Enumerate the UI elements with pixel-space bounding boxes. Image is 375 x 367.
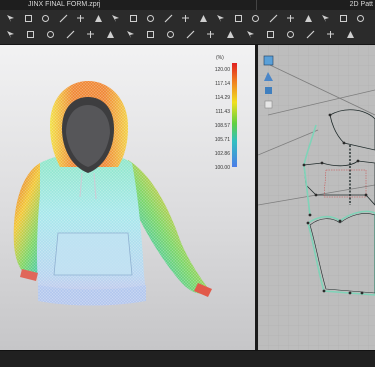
legend-label: 100.00: [214, 165, 230, 171]
status-bar: [0, 350, 375, 367]
sew-icon[interactable]: [246, 30, 255, 39]
needle-icon[interactable]: [164, 14, 173, 23]
viewport-3d[interactable]: (%) 120.00 117.14 114.29 111.43 108.57 1…: [0, 45, 255, 350]
fold-icon[interactable]: [111, 14, 120, 23]
grid-icon[interactable]: [46, 30, 55, 39]
legend-label: 102.86: [214, 151, 230, 157]
select-icon[interactable]: [6, 14, 15, 23]
notch-icon[interactable]: [306, 30, 315, 39]
brush-icon[interactable]: [76, 14, 85, 23]
transform-icon[interactable]: [24, 14, 33, 23]
fold-line-icon[interactable]: [326, 30, 335, 39]
legend-label: 117.14: [215, 81, 230, 87]
strap-icon[interactable]: [216, 14, 225, 23]
hand-icon[interactable]: [59, 14, 68, 23]
window-title-3d: JINX FINAL FORM.zprj: [28, 1, 101, 8]
pattern-select-icon[interactable]: [269, 14, 278, 23]
garment-icon[interactable]: [226, 30, 235, 39]
legend-unit: (%): [216, 55, 224, 61]
layout-icon[interactable]: [304, 14, 313, 23]
rect-icon[interactable]: [339, 14, 348, 23]
pin-box-icon[interactable]: [26, 30, 35, 39]
simulate-icon[interactable]: [6, 30, 15, 39]
arrange-icon[interactable]: [251, 14, 260, 23]
toolbar: [0, 10, 375, 45]
tack-icon[interactable]: [199, 14, 208, 23]
steam-icon[interactable]: [129, 14, 138, 23]
dart-icon[interactable]: [286, 30, 295, 39]
fit-map-icon[interactable]: [206, 30, 215, 39]
ellipse-icon[interactable]: [356, 14, 365, 23]
polygon-icon[interactable]: [321, 14, 330, 23]
window-title-2d: 2D Patt: [349, 1, 373, 8]
topstitch-icon[interactable]: [186, 30, 195, 39]
legend-label: 108.57: [214, 123, 230, 129]
legend-label: 120.00: [214, 67, 230, 73]
library-icon[interactable]: [263, 97, 274, 109]
legend-label: 111.43: [215, 109, 230, 115]
legend-color-bar: [232, 63, 237, 167]
legend-label: 105.71: [214, 137, 230, 143]
point-icon[interactable]: [234, 14, 243, 23]
edge-icon[interactable]: [266, 30, 275, 39]
button-icon[interactable]: [146, 30, 155, 39]
zip-icon[interactable]: [166, 30, 175, 39]
pen-icon[interactable]: [94, 14, 103, 23]
pattern-2d: [258, 45, 375, 350]
measure-icon[interactable]: [66, 30, 75, 39]
trim-icon[interactable]: [106, 30, 115, 39]
grade-icon[interactable]: [346, 30, 355, 39]
fabric-icon[interactable]: [263, 69, 274, 81]
edit-curve-icon[interactable]: [286, 14, 295, 23]
viewport-2d[interactable]: [258, 45, 375, 350]
seam-icon[interactable]: [126, 30, 135, 39]
title-divider: [256, 0, 257, 10]
strain-legend: (%) 120.00 117.14 114.29 111.43 108.57 1…: [212, 55, 254, 175]
object-browser-icon[interactable]: [263, 53, 274, 66]
avatar-icon[interactable]: [181, 14, 190, 23]
legend-label: 114.29: [215, 95, 230, 101]
reflect-icon[interactable]: [146, 14, 155, 23]
pin-icon[interactable]: [41, 14, 50, 23]
texture-icon[interactable]: [86, 30, 95, 39]
avatar-browser-icon[interactable]: [263, 83, 274, 94]
